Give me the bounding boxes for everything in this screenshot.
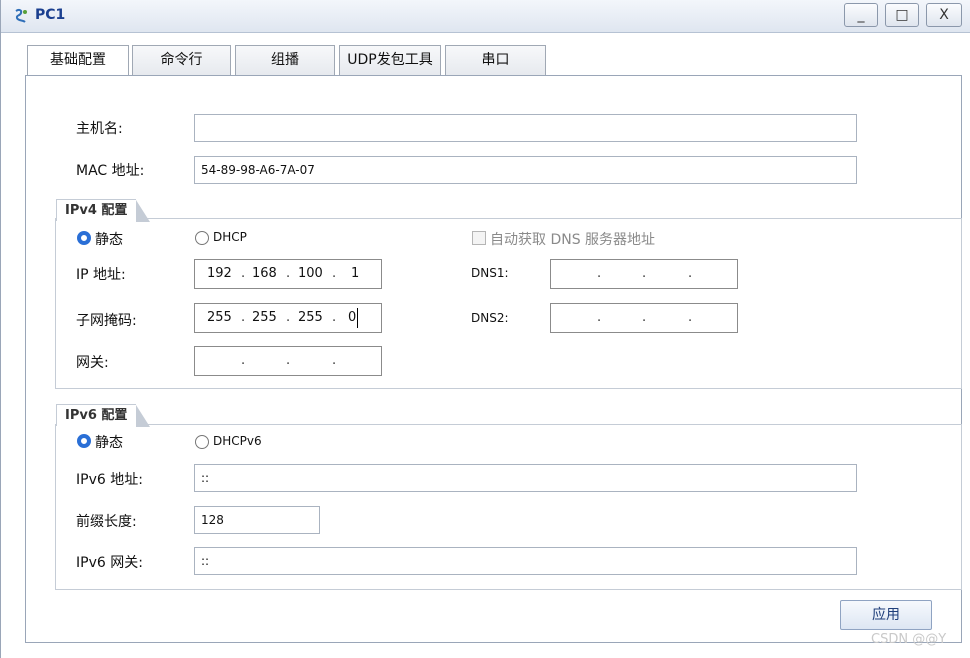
octet-separator: . xyxy=(286,266,291,281)
minimize-button[interactable]: _ xyxy=(844,3,878,27)
ipv6-gateway-label: IPv6 网关: xyxy=(76,555,143,571)
hostname-label: 主机名: xyxy=(76,121,123,137)
octet-separator: . xyxy=(332,310,337,325)
tab-slant xyxy=(136,200,150,222)
octet-separator: . xyxy=(241,266,246,281)
ip-octet-1: 192 xyxy=(207,266,232,281)
dns2-input[interactable]: . . . xyxy=(550,303,738,333)
octet-separator: . xyxy=(241,310,246,325)
tab-multicast[interactable]: 组播 xyxy=(235,45,335,76)
octet-separator: . xyxy=(286,310,291,325)
ipv4-dhcp-label: DHCP xyxy=(213,230,247,244)
title-bar: PC1 _ □ X xyxy=(1,0,970,33)
octet-separator: . xyxy=(597,266,602,281)
ipv6-group-title: IPv6 配置 xyxy=(56,404,150,427)
tab-serial[interactable]: 串口 xyxy=(445,45,546,76)
watermark: CSDN @@Y xyxy=(871,632,947,647)
octet-separator: . xyxy=(286,353,291,368)
octet-separator: . xyxy=(642,266,647,281)
ip-octet-2: 168 xyxy=(252,266,277,281)
ipv4-group-title: IPv4 配置 xyxy=(56,199,150,222)
octet-separator: . xyxy=(597,310,602,325)
ip-octet-3: 100 xyxy=(298,266,323,281)
octet-separator: . xyxy=(332,353,337,368)
mask-octet-1: 255 xyxy=(207,310,232,325)
auto-dns-label: 自动获取 DNS 服务器地址 xyxy=(490,232,656,248)
ip-address-label: IP 地址: xyxy=(76,267,126,283)
ipv6-static-radio[interactable] xyxy=(77,434,91,448)
ipv6-gateway-input[interactable]: :: xyxy=(194,547,857,575)
subnet-mask-label: 子网掩码: xyxy=(76,313,137,329)
ipv4-static-label: 静态 xyxy=(95,232,123,248)
ipv4-dhcp-radio[interactable] xyxy=(195,231,209,245)
dhcpv6-radio[interactable] xyxy=(195,435,209,449)
octet-separator: . xyxy=(688,310,693,325)
subnet-mask-input[interactable]: 255 . 255 . 255 . 0 xyxy=(194,303,382,333)
dhcpv6-label: DHCPv6 xyxy=(213,434,262,448)
gateway-input[interactable]: . . . xyxy=(194,346,382,376)
text-cursor xyxy=(357,308,358,328)
dns2-label: DNS2: xyxy=(471,311,509,325)
dns1-input[interactable]: . . . xyxy=(550,259,738,289)
auto-dns-checkbox[interactable] xyxy=(472,231,486,245)
ipv6-address-label: IPv6 地址: xyxy=(76,472,143,488)
pc-app-icon xyxy=(15,8,27,23)
maximize-button[interactable]: □ xyxy=(885,3,919,27)
octet-separator: . xyxy=(642,310,647,325)
gateway-label: 网关: xyxy=(76,355,109,371)
ipv6-address-input[interactable]: :: xyxy=(194,464,857,492)
apply-button[interactable]: 应用 xyxy=(840,600,932,630)
octet-separator: . xyxy=(241,353,246,368)
ipv6-static-label: 静态 xyxy=(95,435,123,451)
window-title: PC1 xyxy=(35,7,66,23)
mask-octet-4: 0 xyxy=(348,310,357,325)
mac-label: MAC 地址: xyxy=(76,163,145,179)
close-button[interactable]: X xyxy=(926,3,962,27)
ip-octet-4: 1 xyxy=(351,266,360,281)
octet-separator: . xyxy=(332,266,337,281)
tab-command-line[interactable]: 命令行 xyxy=(132,45,231,76)
mask-octet-2: 255 xyxy=(252,310,277,325)
prefix-length-input[interactable]: 128 xyxy=(194,506,320,534)
hostname-input[interactable] xyxy=(194,114,857,142)
octet-separator: . xyxy=(688,266,693,281)
mac-address-field: 54-89-98-A6-7A-07 xyxy=(194,156,857,184)
ipv4-static-radio[interactable] xyxy=(77,231,91,245)
dns1-label: DNS1: xyxy=(471,266,509,280)
tab-slant xyxy=(136,405,150,427)
tab-udp-tool[interactable]: UDP发包工具 xyxy=(339,45,441,76)
pc1-window: PC1 _ □ X 基础配置 命令行 组播 UDP发包工具 串口 主机名: MA… xyxy=(0,0,970,658)
ip-address-input[interactable]: 192 . 168 . 100 . 1 xyxy=(194,259,382,289)
tab-basic-config[interactable]: 基础配置 xyxy=(27,45,129,77)
prefix-length-label: 前缀长度: xyxy=(76,514,137,530)
ipv4-group-title-text: IPv4 配置 xyxy=(65,203,128,218)
ipv6-group-title-text: IPv6 配置 xyxy=(65,408,128,423)
mask-octet-3: 255 xyxy=(298,310,323,325)
